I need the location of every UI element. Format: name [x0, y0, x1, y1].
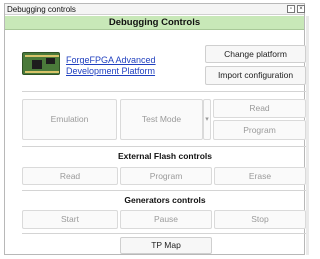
- tp-map-button[interactable]: TP Map: [120, 237, 212, 254]
- flash-program-button[interactable]: Program: [120, 167, 212, 185]
- divider: [22, 146, 308, 147]
- close-icon[interactable]: ×: [297, 5, 305, 13]
- panel-header: Debugging Controls: [5, 16, 304, 30]
- window-title: Debugging controls: [7, 5, 76, 14]
- import-configuration-button[interactable]: Import configuration: [205, 66, 306, 85]
- divider: [22, 233, 308, 234]
- test-mode-button[interactable]: Test Mode: [120, 99, 203, 140]
- emulation-button[interactable]: Emulation: [22, 99, 117, 140]
- change-platform-button[interactable]: Change platform: [205, 45, 306, 63]
- divider: [22, 190, 308, 191]
- generators-title: Generators controls: [124, 195, 206, 205]
- divider: [22, 91, 308, 92]
- flash-read-button[interactable]: Read: [22, 167, 118, 185]
- test-mode-dropdown-icon[interactable]: ▾: [203, 99, 211, 140]
- generator-pause-button[interactable]: Pause: [120, 210, 212, 229]
- scrollbar[interactable]: [306, 16, 309, 255]
- device-link-line1[interactable]: ForgeFPGA Advanced: [66, 55, 156, 66]
- generator-stop-button[interactable]: Stop: [214, 210, 306, 229]
- board-image: [22, 52, 60, 75]
- external-flash-title: External Flash controls: [118, 151, 212, 161]
- read-button[interactable]: Read: [213, 99, 306, 118]
- program-button[interactable]: Program: [213, 120, 306, 140]
- restore-icon[interactable]: ▫: [287, 5, 295, 13]
- device-link-line2[interactable]: Development Platform: [66, 66, 155, 77]
- generator-start-button[interactable]: Start: [22, 210, 118, 229]
- flash-erase-button[interactable]: Erase: [214, 167, 306, 185]
